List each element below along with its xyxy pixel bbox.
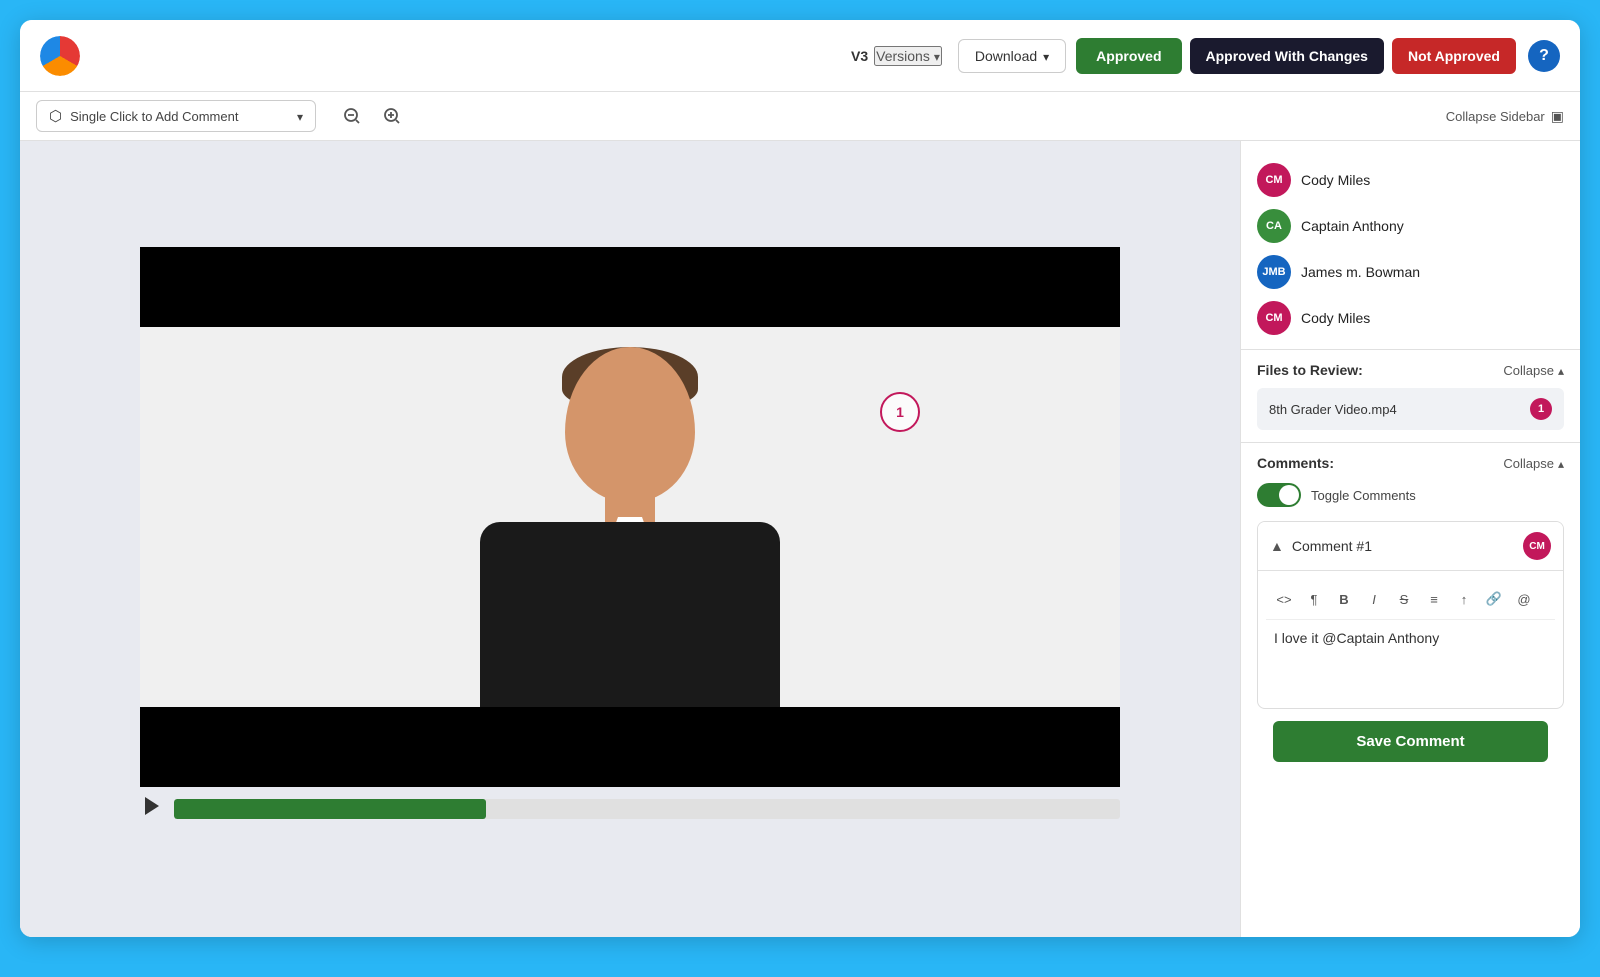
collapse-files-button[interactable]: Collapse — [1503, 363, 1564, 378]
avatar: CA — [1257, 209, 1291, 243]
link-button[interactable]: 🔗 — [1480, 585, 1508, 613]
save-comment-button[interactable]: Save Comment — [1273, 721, 1548, 762]
video-area: 1 — [20, 141, 1240, 937]
cursor-icon: ⬡ — [49, 107, 62, 125]
paragraph-button[interactable]: ¶ — [1300, 585, 1328, 613]
zoom-in-icon — [383, 107, 401, 125]
version-info: V3 Versions — [851, 46, 942, 66]
play-icon — [140, 795, 162, 817]
comment-mode-dropdown[interactable]: ⬡ Single Click to Add Comment — [36, 100, 316, 132]
versions-dropdown[interactable]: Versions — [874, 46, 942, 66]
avatar: CM — [1257, 301, 1291, 335]
reviewer-name: Cody Miles — [1301, 310, 1370, 326]
comment-marker-1[interactable]: 1 — [880, 392, 920, 432]
video-black-bottom — [140, 707, 1120, 787]
italic-button[interactable]: I — [1360, 585, 1388, 613]
chevron-down-icon — [297, 109, 303, 124]
files-section-title: Files to Review: — [1257, 362, 1363, 378]
chevron-up-icon — [1558, 363, 1564, 378]
version-label: V3 — [851, 48, 868, 64]
zoom-out-icon — [343, 107, 361, 125]
toggle-comments-row: Toggle Comments — [1257, 483, 1564, 507]
code-button[interactable]: <> — [1270, 585, 1298, 613]
sidebar-icon: ▣ — [1551, 108, 1564, 125]
comment-collapse-icon[interactable]: ▲ — [1270, 538, 1284, 554]
list-button[interactable]: ≡ — [1420, 585, 1448, 613]
toolbar-row: ⬡ Single Click to Add Comment — [20, 92, 1580, 141]
comment-avatar: CM — [1523, 532, 1551, 560]
comments-header: Comments: Collapse — [1257, 455, 1564, 471]
files-to-review-section: Files to Review: Collapse 8th Grader Vid… — [1241, 349, 1580, 442]
reviewers-list: CM Cody Miles CA Captain Anthony JMB Jam… — [1241, 141, 1580, 349]
toggle-comments-switch[interactable] — [1257, 483, 1301, 507]
progress-bar-container[interactable] — [174, 799, 1120, 819]
chevron-down-icon — [1043, 48, 1049, 64]
zoom-in-button[interactable] — [376, 100, 408, 132]
zoom-out-button[interactable] — [336, 100, 368, 132]
reviewer-name: James m. Bowman — [1301, 264, 1420, 280]
video-frame: 1 — [140, 247, 1120, 787]
toggle-comments-label: Toggle Comments — [1311, 488, 1416, 503]
collapse-sidebar-button[interactable]: Collapse Sidebar ▣ — [1446, 108, 1564, 125]
reviewer-row: JMB James m. Bowman — [1257, 249, 1564, 295]
download-button[interactable]: Download — [958, 39, 1066, 73]
not-approved-button[interactable]: Not Approved — [1392, 38, 1516, 74]
sidebar: CM Cody Miles CA Captain Anthony JMB Jam… — [1240, 141, 1580, 937]
approved-button[interactable]: Approved — [1076, 38, 1181, 74]
upload-button[interactable]: ↑ — [1450, 585, 1478, 613]
reviewer-row: CM Cody Miles — [1257, 157, 1564, 203]
file-badge: 1 — [1530, 398, 1552, 420]
video-person — [140, 327, 1120, 707]
chevron-up-icon — [1558, 456, 1564, 471]
app-logo — [40, 36, 80, 76]
comment-title: Comment #1 — [1292, 538, 1515, 554]
file-row[interactable]: 8th Grader Video.mp4 1 — [1257, 388, 1564, 430]
video-controls — [140, 787, 1120, 831]
comment-card: ▲ Comment #1 CM <> ¶ B I S ≡ ↑ — [1257, 521, 1564, 709]
chevron-down-icon — [934, 48, 940, 64]
progress-bar-fill — [174, 799, 486, 819]
comments-section: Comments: Collapse Toggle Comments ▲ — [1241, 442, 1580, 937]
toggle-knob — [1279, 485, 1299, 505]
editor-toolbar: <> ¶ B I S ≡ ↑ 🔗 @ — [1266, 579, 1555, 620]
reviewer-row: CM Cody Miles — [1257, 295, 1564, 341]
comment-editor: <> ¶ B I S ≡ ↑ 🔗 @ I love it @Captain An… — [1258, 570, 1563, 708]
person-body — [480, 522, 780, 707]
zoom-controls — [336, 100, 408, 132]
files-section-header: Files to Review: Collapse — [1257, 362, 1564, 378]
header: V3 Versions Download Approved Approved W… — [20, 20, 1580, 92]
video-black-top — [140, 247, 1120, 327]
reviewer-name: Cody Miles — [1301, 172, 1370, 188]
strikethrough-button[interactable]: S — [1390, 585, 1418, 613]
video-wrapper: 1 — [140, 247, 1120, 831]
video-content[interactable]: 1 — [140, 327, 1120, 707]
main-content: 1 — [20, 141, 1580, 937]
avatar: JMB — [1257, 255, 1291, 289]
video-container: 1 — [20, 141, 1240, 937]
mention-button[interactable]: @ — [1510, 585, 1538, 613]
play-button[interactable] — [140, 795, 162, 823]
comment-card-header: ▲ Comment #1 CM — [1258, 522, 1563, 570]
reviewer-row: CA Captain Anthony — [1257, 203, 1564, 249]
help-button[interactable]: ? — [1528, 40, 1560, 72]
approved-with-changes-button[interactable]: Approved With Changes — [1190, 38, 1384, 74]
file-name: 8th Grader Video.mp4 — [1269, 402, 1397, 417]
collapse-comments-button[interactable]: Collapse — [1503, 456, 1564, 471]
bold-button[interactable]: B — [1330, 585, 1358, 613]
comments-title: Comments: — [1257, 455, 1334, 471]
reviewer-name: Captain Anthony — [1301, 218, 1404, 234]
avatar: CM — [1257, 163, 1291, 197]
comment-editor-content[interactable]: I love it @Captain Anthony — [1266, 620, 1555, 700]
